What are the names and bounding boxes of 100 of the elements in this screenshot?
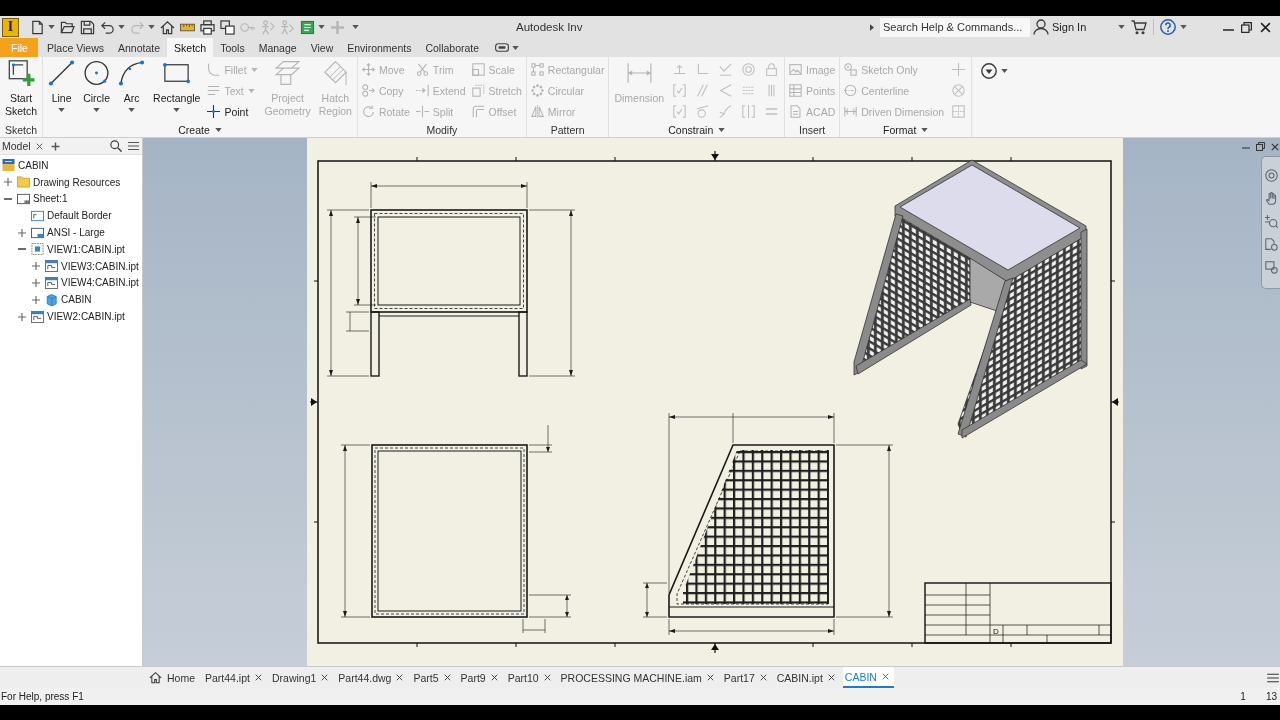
caret-icon[interactable] [318, 25, 325, 29]
caret-icon[interactable] [1180, 25, 1188, 29]
minimize-icon[interactable] [1223, 29, 1235, 31]
ribbon-button[interactable]: Start Sketch [1, 57, 42, 122]
plus-icon[interactable] [32, 278, 40, 287]
tree-item[interactable]: VIEW4:CABIN.ipt [28, 274, 139, 292]
minus-icon[interactable] [4, 195, 12, 203]
restore-icon[interactable] [1241, 21, 1253, 33]
sign-in-button[interactable]: Sign In [1033, 17, 1087, 37]
page-magnifier-icon[interactable] [1264, 238, 1278, 251]
document-tab[interactable]: Part5 [411, 667, 456, 688]
tree-item[interactable]: Default Border [14, 207, 112, 225]
ribbon-tab[interactable]: Annotate [111, 38, 168, 57]
tree-item[interactable]: ANSI - Large [14, 224, 105, 241]
close-icon[interactable] [759, 674, 767, 681]
panel-menu-button[interactable]: Format [883, 122, 929, 137]
tree-item[interactable]: Sheet:1 [0, 190, 68, 208]
close-icon[interactable] [1271, 142, 1279, 151]
ribbon-tab[interactable]: Manage [251, 38, 304, 57]
document-tab[interactable]: Part10 [505, 667, 556, 688]
plus-icon[interactable] [18, 312, 26, 321]
close-icon[interactable] [543, 674, 551, 681]
cart-icon[interactable] [1131, 19, 1148, 35]
hand-icon[interactable] [1264, 192, 1278, 205]
caret-icon[interactable] [352, 25, 359, 29]
close-icon[interactable] [396, 674, 404, 681]
save-icon[interactable] [80, 19, 95, 35]
caret-icon[interactable] [512, 46, 520, 50]
offset-lines-icon [471, 105, 485, 118]
plus-icon[interactable] [32, 262, 40, 271]
close-icon[interactable] [443, 674, 451, 681]
open-folder-icon[interactable] [60, 19, 75, 35]
panel-title: Modify [426, 122, 458, 137]
document-tab[interactable]: Part44.ipt [203, 667, 267, 688]
plus-icon[interactable] [50, 141, 60, 151]
document-tab[interactable]: CABIN.ipt [774, 667, 840, 688]
panel-menu-button[interactable]: Create [178, 122, 222, 137]
ribbon-button[interactable]: Arc [114, 57, 150, 122]
tree-item[interactable]: Drawing Resources [0, 173, 121, 191]
app-logo[interactable]: I [2, 17, 19, 37]
caret-icon[interactable] [1001, 68, 1009, 73]
close-icon[interactable] [254, 674, 262, 681]
rounded-rectangle-icon[interactable] [495, 43, 510, 52]
close-icon[interactable] [1260, 21, 1272, 33]
panel-title: Pattern [550, 122, 585, 137]
printer-icon[interactable] [200, 19, 215, 35]
document-tab[interactable]: Part44.dwg [336, 667, 409, 688]
ribbon-tab[interactable]: Environments [340, 38, 419, 57]
double-ring-icon[interactable] [1264, 169, 1278, 182]
mirror-icon [530, 105, 544, 118]
undo-icon[interactable] [100, 19, 115, 35]
ribbon-tab[interactable]: Collaborate [418, 38, 487, 57]
close-icon[interactable] [827, 674, 835, 681]
tree-item[interactable]: CABIN [0, 157, 49, 174]
close-icon[interactable] [706, 674, 714, 681]
document-tab[interactable]: Drawing1 [269, 667, 334, 688]
ribbon-button[interactable]: Line [44, 57, 80, 122]
ribbon-tab[interactable]: Tools [213, 38, 252, 57]
view-icon [45, 276, 58, 289]
menu-icon[interactable] [1267, 673, 1279, 683]
search-icon[interactable] [110, 140, 122, 152]
ribbon-tab[interactable]: Place Views [40, 38, 111, 57]
menu-icon[interactable] [128, 141, 139, 151]
document-tab[interactable]: Home [147, 667, 200, 688]
user-icon [1033, 19, 1049, 35]
tree-item[interactable]: VIEW2:CABIN.ipt [14, 308, 125, 325]
plus-icon[interactable] [32, 295, 40, 304]
ribbon-button[interactable]: Rectangle [149, 57, 205, 122]
plus-icon[interactable] [18, 228, 26, 237]
copy-circles-icon [361, 84, 375, 97]
stacked-windows-icon[interactable] [220, 19, 235, 35]
document-tab[interactable]: CABIN [842, 667, 894, 688]
square-magnifier-icon[interactable] [1264, 261, 1278, 274]
new-document-icon[interactable] [30, 19, 45, 35]
move-arrows-icon [361, 63, 375, 76]
help-icon[interactable] [1160, 19, 1177, 35]
ribbon-button[interactable]: Circle [79, 57, 115, 122]
zoom-icon[interactable] [1264, 215, 1278, 228]
document-tab[interactable]: PROCESSING MACHINE.iam [558, 667, 719, 688]
search-field[interactable]: Search Help & Commands... [880, 17, 1030, 37]
caret-icon[interactable] [48, 25, 55, 29]
ribbon-button[interactable]: Point [204, 101, 261, 122]
close-icon[interactable] [35, 142, 43, 150]
restore-icon[interactable] [1256, 142, 1265, 151]
tree-item[interactable]: VIEW1:CABIN.ipt [14, 241, 125, 258]
caret-icon[interactable] [1118, 25, 1126, 29]
close-icon[interactable] [321, 674, 329, 681]
close-icon[interactable] [490, 674, 498, 681]
caret-right-icon[interactable] [870, 23, 874, 31]
home-icon[interactable] [160, 19, 175, 35]
ribbon-tab[interactable]: View [303, 38, 341, 57]
panel-menu-button[interactable]: Constrain [668, 122, 726, 137]
tree-item[interactable]: VIEW3:CABIN.ipt [28, 257, 139, 275]
document-tab[interactable]: Part9 [458, 667, 503, 688]
plus-icon[interactable] [4, 178, 12, 187]
tree-item[interactable]: CABIN [28, 291, 92, 309]
caret-icon[interactable] [118, 25, 125, 29]
document-tab[interactable]: Part17 [721, 667, 772, 688]
ribbon-tab[interactable]: Sketch [167, 38, 214, 57]
document-lines-icon[interactable] [300, 19, 315, 35]
